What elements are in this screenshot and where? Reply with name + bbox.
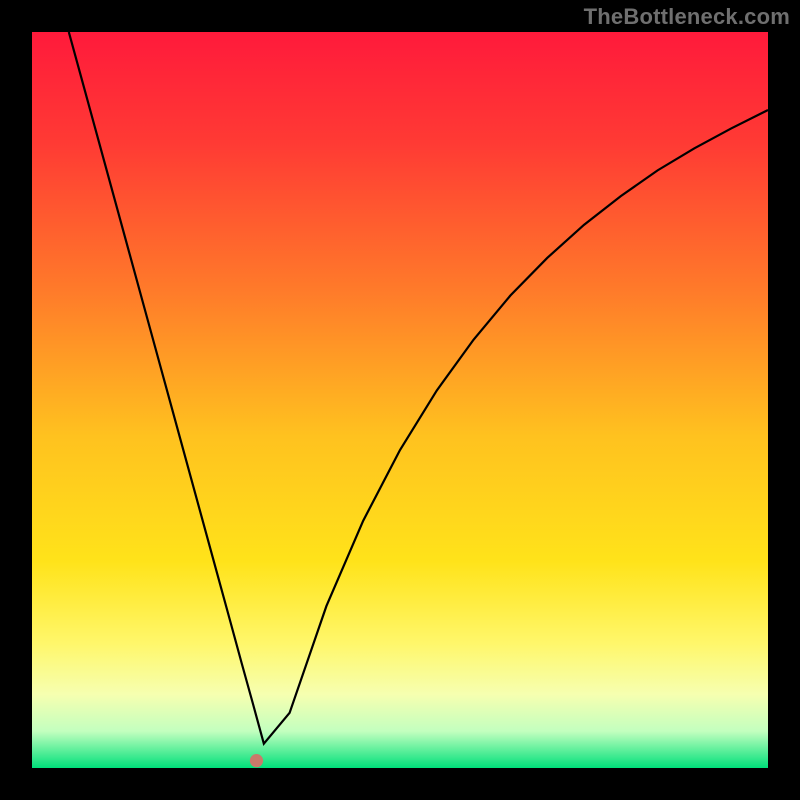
chart-container: TheBottleneck.com (0, 0, 800, 800)
bottleneck-curve (69, 32, 768, 744)
plot-area (32, 32, 768, 768)
watermark-text: TheBottleneck.com (584, 4, 790, 30)
min-point-marker (250, 754, 263, 767)
curve-layer (32, 32, 768, 768)
